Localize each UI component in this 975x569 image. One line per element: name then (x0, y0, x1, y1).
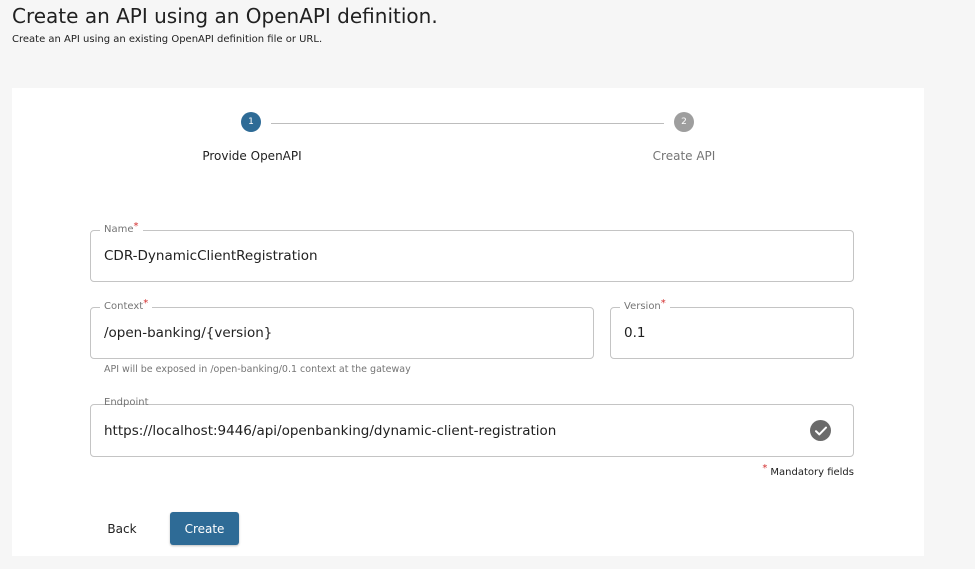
endpoint-input[interactable]: https://localhost:9446/api/openbanking/d… (104, 405, 556, 456)
step-1-indicator: 1 (241, 112, 261, 132)
page-subtitle: Create an API using an existing OpenAPI … (12, 34, 323, 45)
step-1-label: Provide OpenAPI (202, 149, 302, 163)
endpoint-field[interactable]: Endpoint https://localhost:9446/api/open… (90, 397, 854, 457)
step-2-label: Create API (652, 149, 716, 163)
version-input[interactable]: 0.1 (624, 308, 645, 358)
context-field[interactable]: Context* /open-banking/{version} (90, 298, 594, 359)
version-field[interactable]: Version* 0.1 (610, 298, 854, 359)
mandatory-fields-note: * Mandatory fields (762, 463, 854, 478)
context-input[interactable]: /open-banking/{version} (104, 308, 272, 358)
create-api-card: 1 2 Provide OpenAPI Create API Name* CDR… (12, 88, 924, 556)
name-input[interactable]: CDR-DynamicClientRegistration (104, 231, 318, 281)
required-mark: * (660, 298, 666, 309)
stepper: 1 2 Provide OpenAPI Create API (12, 88, 924, 178)
stepper-connector (271, 123, 664, 124)
check-circle-icon (810, 420, 831, 441)
context-helper-text: API will be exposed in /open-banking/0.1… (104, 364, 411, 375)
create-button[interactable]: Create (170, 512, 239, 545)
back-button[interactable]: Back (92, 513, 152, 545)
step-2-indicator: 2 (674, 112, 694, 132)
name-field[interactable]: Name* CDR-DynamicClientRegistration (90, 221, 854, 282)
page-title: Create an API using an OpenAPI definitio… (12, 4, 438, 28)
